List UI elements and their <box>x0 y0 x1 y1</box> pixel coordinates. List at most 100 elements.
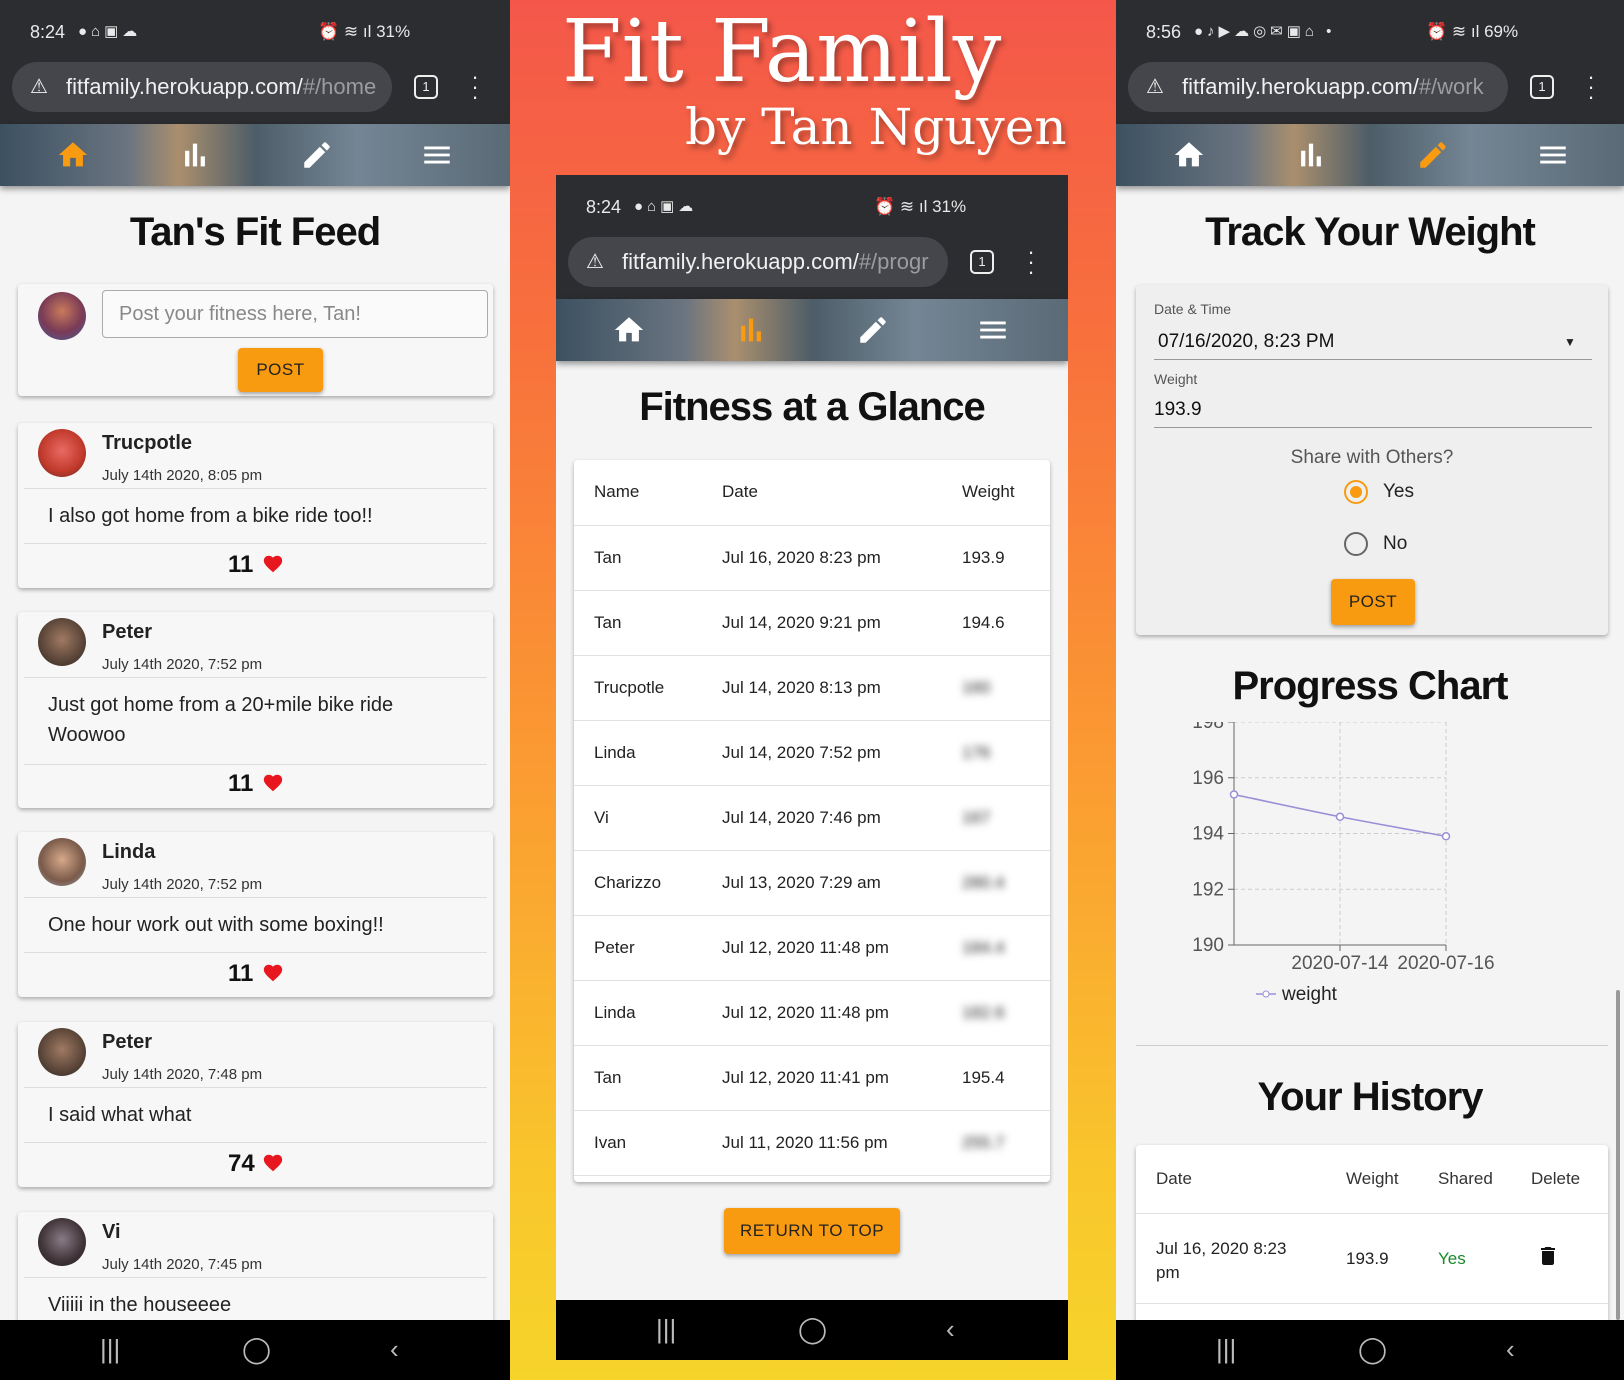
track-phone: 8:56 ●♪▶☁◎✉▣⌂ • ⏰ ≋ ıl 69% ⚠ fitfamily.h… <box>1116 0 1624 1380</box>
page-title: Tan's Fit Feed <box>129 210 381 254</box>
trash-icon[interactable] <box>1536 1243 1560 1269</box>
bar-chart-icon[interactable] <box>734 313 768 347</box>
battery-level: 31% <box>376 22 411 41</box>
row-weight: 182.6 <box>942 980 1050 1046</box>
back-button[interactable]: ‹ <box>946 1314 955 1345</box>
post-weight-button[interactable]: POST <box>1331 579 1415 625</box>
home-button[interactable]: ◯ <box>242 1334 271 1365</box>
hamburger-menu-icon[interactable] <box>1536 138 1570 172</box>
home-button[interactable]: ◯ <box>798 1314 827 1345</box>
history-weight: 193.9 <box>1346 1249 1389 1268</box>
post-author[interactable]: Linda <box>102 841 155 864</box>
page-title: Fitness at a Glance <box>639 385 986 429</box>
tab-switcher-button[interactable]: 1 <box>414 75 438 99</box>
row-weight: 167 <box>942 785 1050 851</box>
scrollbar[interactable] <box>1616 990 1620 1320</box>
tab-switcher-button[interactable]: 1 <box>1530 75 1554 99</box>
url-host: fitfamily.herokuapp.com/ <box>66 74 303 99</box>
heart-icon[interactable] <box>262 772 284 794</box>
divider <box>1136 1303 1608 1304</box>
hamburger-menu-icon[interactable] <box>420 138 454 172</box>
row-weight: 160 <box>942 655 1050 721</box>
row-weight: 193.9 <box>942 525 1050 591</box>
app-navbar <box>0 124 510 186</box>
post-author[interactable]: Peter <box>102 621 152 644</box>
y-tick-label: 196 <box>1192 768 1224 789</box>
chart-title: Progress Chart <box>1232 664 1509 708</box>
return-to-top-button[interactable]: RETURN TO TOP <box>724 1208 900 1254</box>
url-field[interactable]: ⚠ fitfamily.herokuapp.com/#/progr <box>568 237 948 287</box>
like-count: 74 <box>228 1150 255 1177</box>
bar-chart-icon[interactable] <box>1294 138 1328 172</box>
post-author[interactable]: Peter <box>102 1031 152 1054</box>
home-icon[interactable] <box>612 313 646 347</box>
post-input[interactable]: Post your fitness here, Tan! <box>102 290 488 338</box>
post-date: July 14th 2020, 7:45 pm <box>102 1256 263 1273</box>
tab-switcher-button[interactable]: 1 <box>970 250 994 274</box>
no-radio[interactable] <box>1344 532 1368 556</box>
post-author[interactable]: Vi <box>102 1221 121 1244</box>
history-shared: Yes <box>1438 1249 1466 1268</box>
pencil-icon[interactable] <box>300 138 334 172</box>
status-right: ⏰ ≋ ıl 31% <box>874 197 967 216</box>
url-host: fitfamily.herokuapp.com/ <box>1182 74 1419 99</box>
status-time: 8:56 <box>1146 22 1182 42</box>
warning-icon: ⚠ <box>586 251 604 273</box>
home-button[interactable]: ◯ <box>1358 1334 1387 1365</box>
pencil-icon[interactable] <box>856 313 890 347</box>
post-author[interactable]: Trucpotle <box>102 432 192 455</box>
row-weight: 176 <box>942 720 1050 786</box>
feed-post: Peter July 14th 2020, 7:48 pm I said wha… <box>18 1022 493 1187</box>
heart-icon[interactable] <box>262 553 284 575</box>
like-count: 11 <box>228 770 254 797</box>
browser-menu-button[interactable]: · · · <box>1026 241 1036 283</box>
hamburger-menu-icon[interactable] <box>976 313 1010 347</box>
recent-apps-button[interactable]: ||| <box>656 1314 676 1345</box>
pencil-icon[interactable] <box>1416 138 1450 172</box>
row-name: Tan <box>574 525 702 591</box>
avatar <box>38 1028 86 1076</box>
date-picker[interactable]: 07/16/2020, 8:23 PM <box>1158 331 1334 353</box>
yes-radio[interactable] <box>1344 480 1368 504</box>
row-weight: 195.4 <box>942 1045 1050 1111</box>
recent-apps-button[interactable]: ||| <box>1216 1334 1236 1365</box>
divider <box>24 543 487 544</box>
url-path: #/work <box>1418 74 1484 99</box>
home-icon[interactable] <box>1172 138 1206 172</box>
table-row: Vi Jul 14, 2020 7:46 pm 167 <box>574 785 1050 851</box>
table-row: Charizzo Jul 13, 2020 7:29 am 280.4 <box>574 850 1050 916</box>
browser-menu-button[interactable]: · · · <box>470 66 480 108</box>
y-tick-label: 194 <box>1192 824 1224 845</box>
heart-icon[interactable] <box>262 1152 284 1174</box>
divider <box>24 897 487 898</box>
history-date: Jul 16, 2020 8:23 pm <box>1156 1239 1287 1282</box>
row-weight: 184.4 <box>942 915 1050 981</box>
row-name: Linda <box>574 720 702 786</box>
heart-icon[interactable] <box>262 962 284 984</box>
url-field[interactable]: ⚠ fitfamily.herokuapp.com/#/home <box>12 62 392 112</box>
browser-bar: ⚠ fitfamily.herokuapp.com/#/work 1 · · · <box>1116 62 1624 124</box>
home-icon[interactable] <box>56 138 90 172</box>
row-name: Ivan <box>574 1110 702 1176</box>
status-right: ⏰ ≋ ıl 31% <box>318 22 411 41</box>
weight-label: Weight <box>1154 371 1198 387</box>
feed-post: Linda July 14th 2020, 7:52 pm One hour w… <box>18 832 493 997</box>
back-button[interactable]: ‹ <box>1506 1334 1515 1365</box>
back-button[interactable]: ‹ <box>390 1334 399 1365</box>
field-underline <box>1154 359 1592 360</box>
dropdown-arrow-icon[interactable]: ▼ <box>1564 335 1576 349</box>
app-navbar <box>556 299 1068 361</box>
avatar <box>38 838 86 886</box>
weight-input[interactable]: 193.9 <box>1154 399 1202 421</box>
bar-chart-icon[interactable] <box>178 138 212 172</box>
browser-menu-button[interactable]: · · · <box>1586 66 1596 108</box>
recent-apps-button[interactable]: ||| <box>100 1334 120 1365</box>
system-nav-bar: ||| ◯ ‹ <box>0 1320 510 1380</box>
url-field[interactable]: ⚠ fitfamily.herokuapp.com/#/work <box>1128 62 1508 112</box>
table-row: Linda Jul 12, 2020 11:48 pm 182.6 <box>574 980 1050 1046</box>
post-button[interactable]: POST <box>238 348 323 392</box>
column-header: Date <box>702 460 942 526</box>
status-right: ⏰ ≋ ıl 69% <box>1426 22 1519 41</box>
banner-subtitle: by Tan Nguyen <box>685 98 1067 156</box>
table-row: Peter Jul 12, 2020 11:48 pm 184.4 <box>574 915 1050 981</box>
